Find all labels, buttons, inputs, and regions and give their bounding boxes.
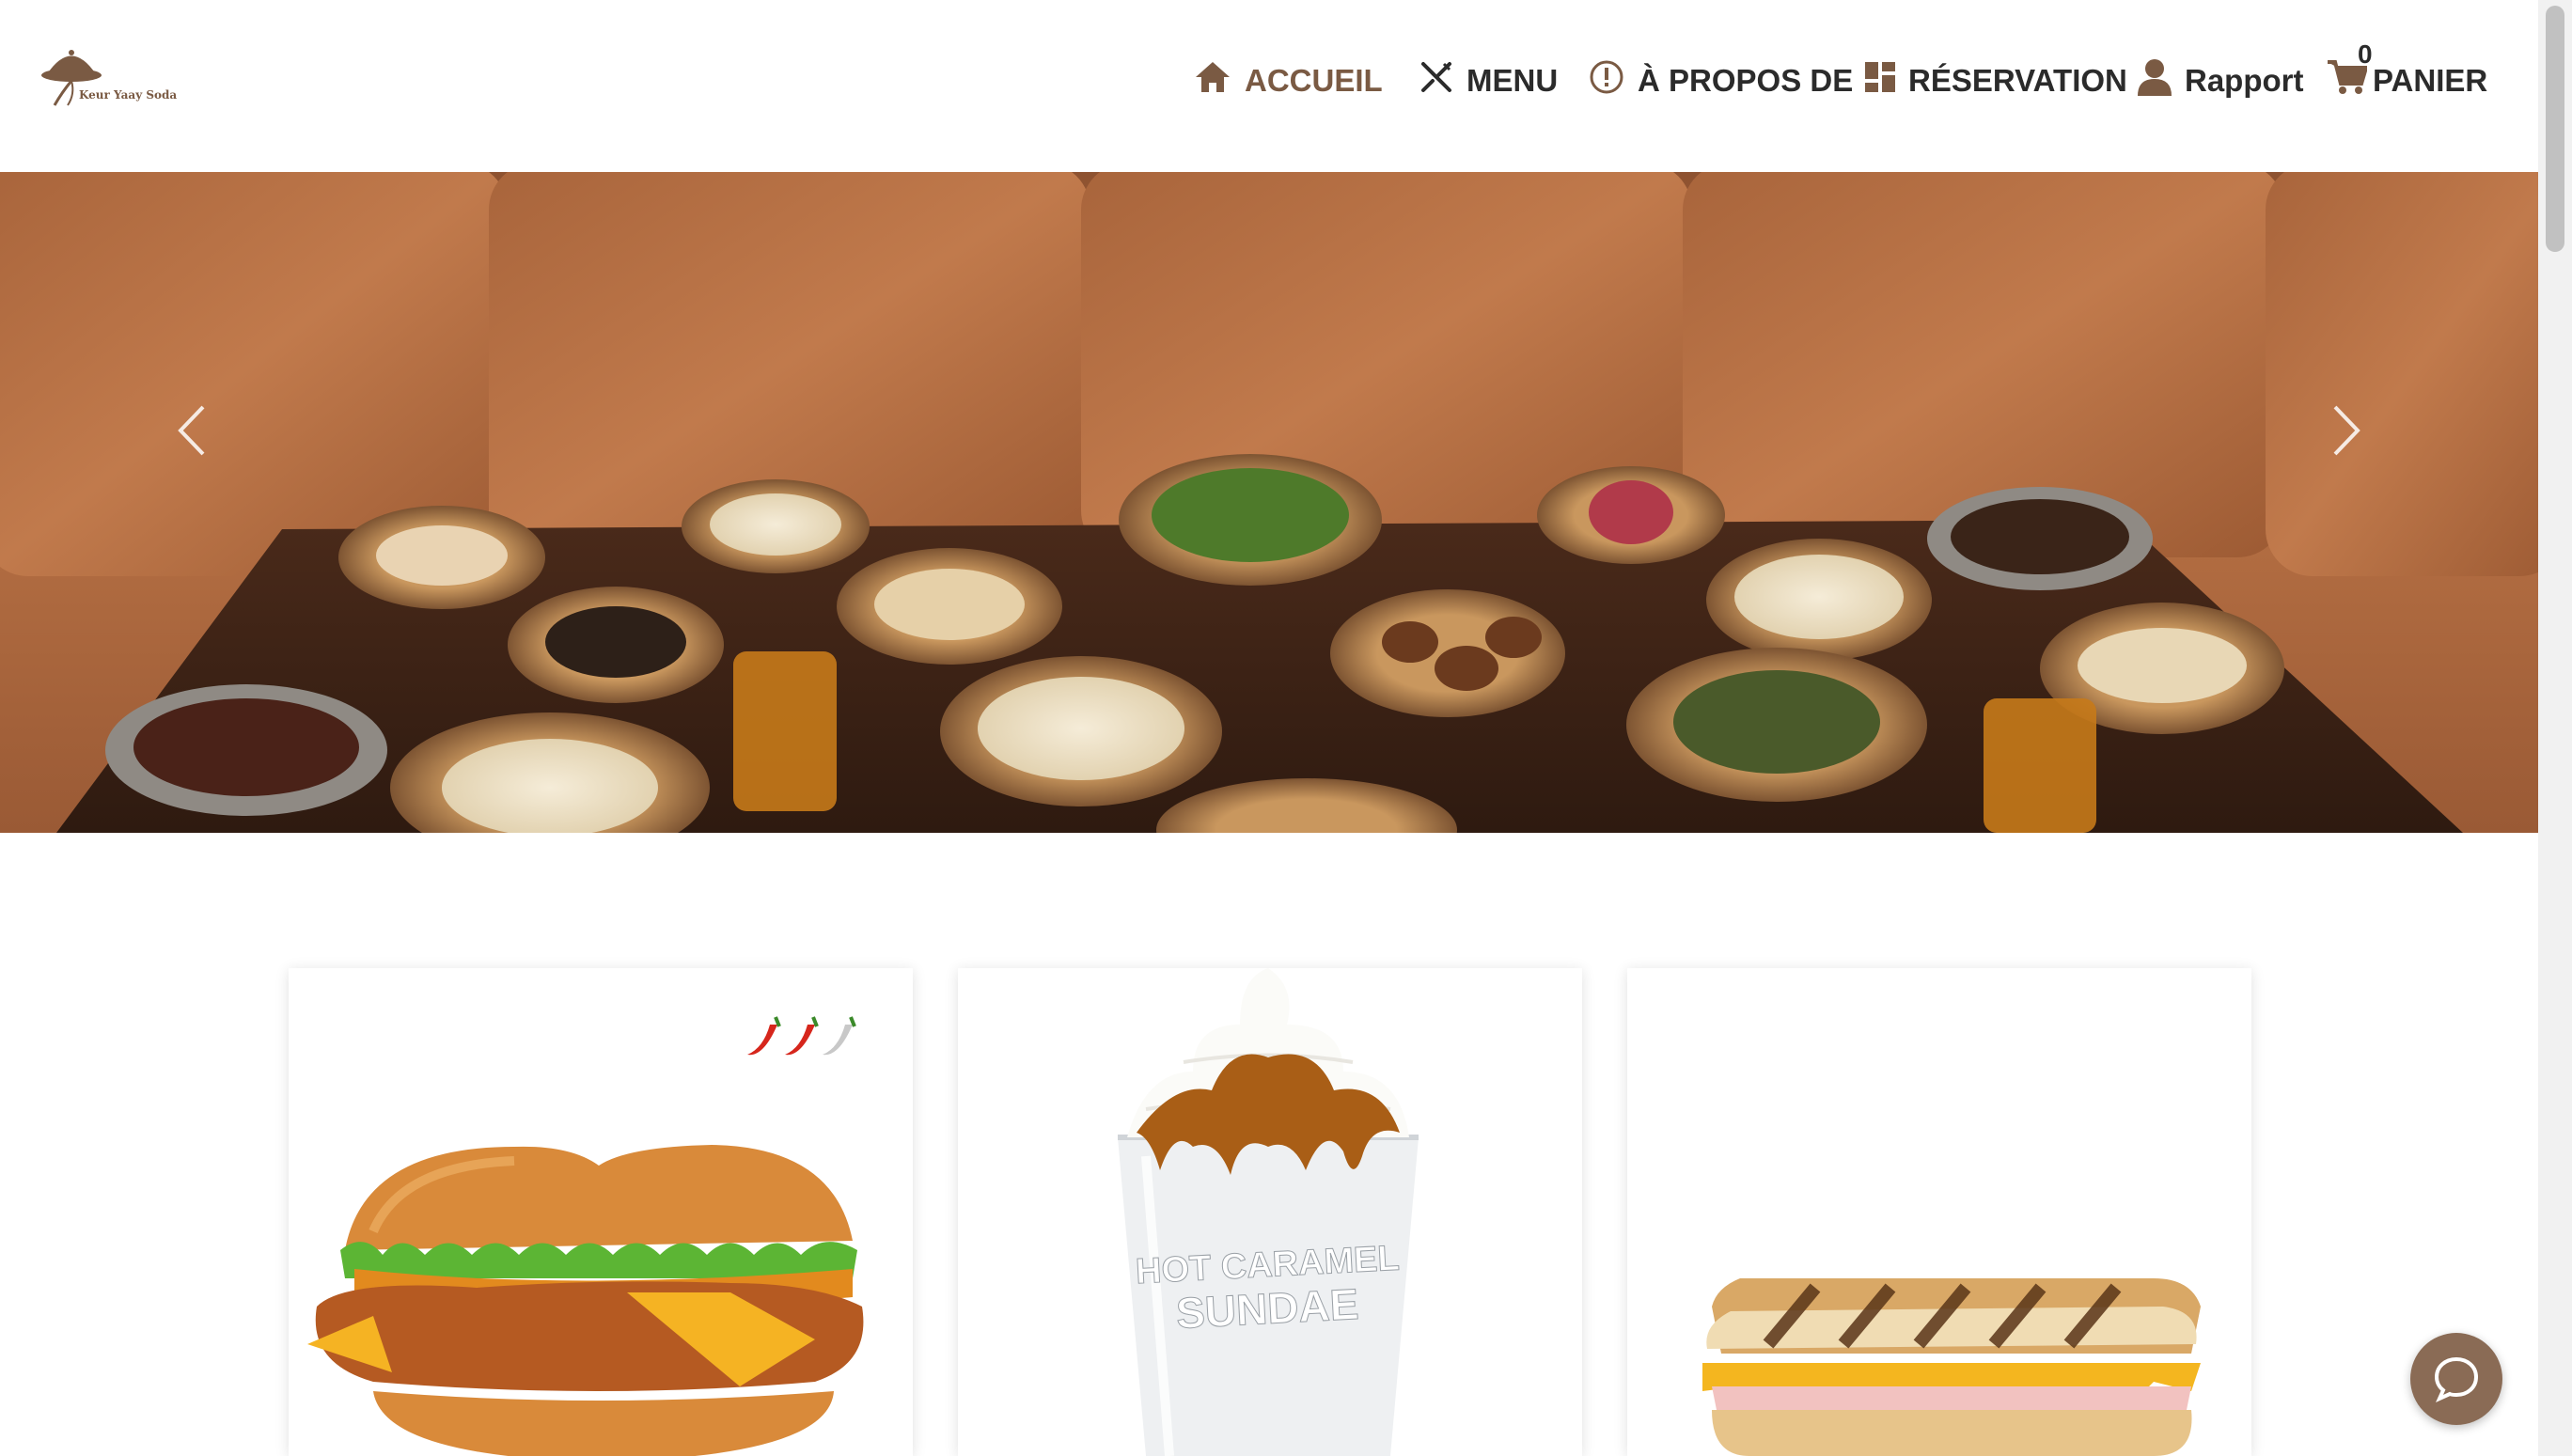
product-card-burger[interactable] bbox=[289, 968, 913, 1456]
fork-knife-icon bbox=[1419, 60, 1453, 102]
user-icon bbox=[2138, 58, 2172, 103]
nav-reservation-label: RÉSERVATION bbox=[1908, 63, 2127, 98]
scrollbar-thumb[interactable] bbox=[2546, 6, 2564, 252]
chat-icon bbox=[2434, 1356, 2479, 1402]
grid-icon bbox=[1865, 62, 1895, 100]
nav-home-label: ACCUEIL bbox=[1245, 63, 1383, 98]
nav-menu-label: MENU bbox=[1466, 63, 1559, 98]
nav-cart-label: PANIER bbox=[2373, 63, 2488, 98]
hero-carousel bbox=[0, 172, 2538, 833]
carousel-next-button[interactable] bbox=[2320, 379, 2376, 482]
nav-menu[interactable]: MENU bbox=[1419, 55, 1558, 107]
chat-button[interactable] bbox=[2410, 1333, 2502, 1425]
brand-logo[interactable]: Keur Yaay Soda bbox=[34, 43, 178, 115]
cart-count-badge: 0 bbox=[2358, 39, 2373, 69]
grilled-cheese-sandwich-image bbox=[1702, 1278, 2201, 1456]
nav-report[interactable]: Rapport bbox=[2138, 55, 2304, 107]
nav-about-label: À PROPOS DE bbox=[1638, 63, 1854, 98]
site-header: Keur Yaay Soda ACCUEIL MENU À PROPOS DE … bbox=[0, 0, 2538, 172]
carousel-prev-button[interactable] bbox=[162, 379, 218, 482]
brand-name: Keur Yaay Soda bbox=[79, 88, 178, 102]
page-scrollbar[interactable] bbox=[2538, 0, 2572, 1456]
hot-caramel-sundae-image: HOT CARAMEL SUNDAE bbox=[1118, 968, 1419, 1456]
chevron-right-icon bbox=[2333, 405, 2360, 456]
nav-report-label: Rapport bbox=[2185, 63, 2304, 98]
nav-about[interactable]: À PROPOS DE bbox=[1589, 55, 1853, 107]
spice-level-icon bbox=[747, 1016, 856, 1056]
spicy-chicken-burger-image bbox=[307, 1016, 864, 1456]
product-card-sundae[interactable]: HOT CARAMEL SUNDAE bbox=[958, 968, 1582, 1456]
cup-text-line2: SUNDAE bbox=[1175, 1279, 1360, 1338]
chevron-left-icon bbox=[178, 405, 205, 456]
nav-reservation[interactable]: RÉSERVATION bbox=[1865, 55, 2127, 107]
product-card-sandwich[interactable] bbox=[1627, 968, 2251, 1456]
info-circle-icon bbox=[1589, 59, 1624, 102]
nav-cart[interactable]: PANIER bbox=[2328, 55, 2487, 107]
hero-food-image bbox=[0, 172, 2538, 833]
nav-home[interactable]: ACCUEIL bbox=[1194, 55, 1383, 107]
home-icon bbox=[1194, 60, 1231, 102]
